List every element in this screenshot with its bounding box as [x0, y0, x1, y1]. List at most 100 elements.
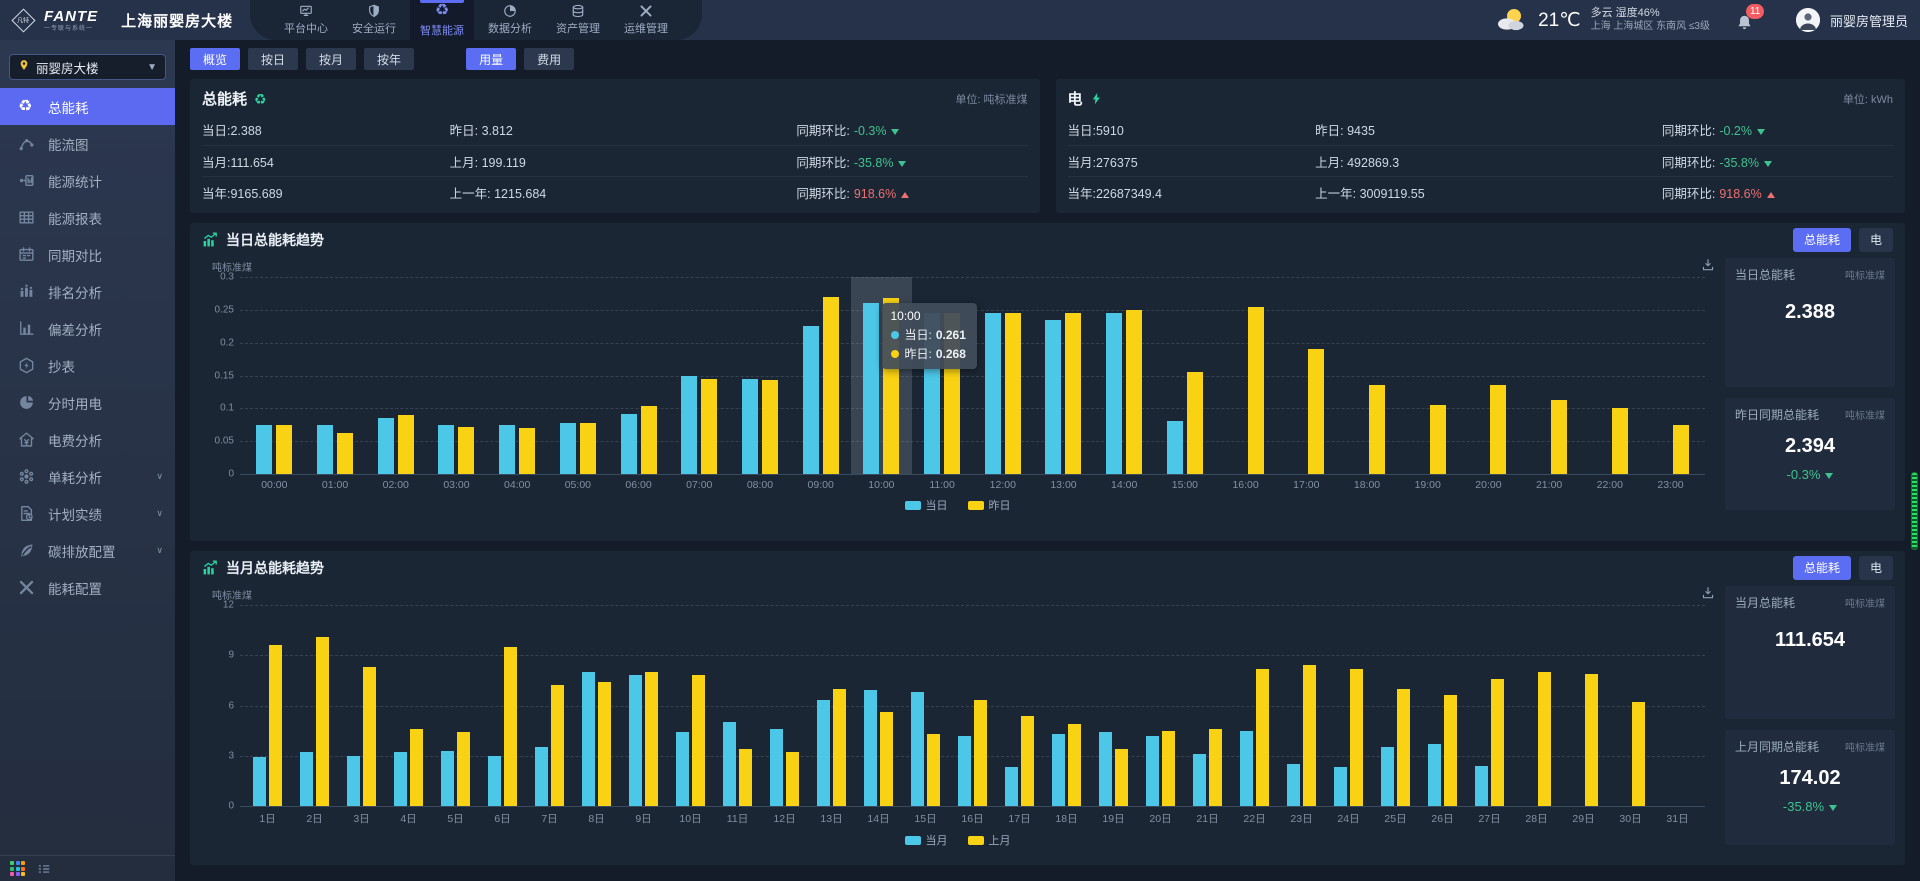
nav-item-4[interactable]: 资产管理: [546, 0, 610, 40]
sidebar-item-8[interactable]: 分时用电: [0, 384, 175, 421]
sidebar-item-5[interactable]: 排名分析: [0, 273, 175, 310]
collapse-menu-icon[interactable]: [37, 862, 51, 876]
bar-group[interactable]: [996, 605, 1043, 806]
scrollbar-thumb[interactable]: [1911, 472, 1918, 550]
chart-toggle-1[interactable]: 电: [1859, 228, 1893, 252]
bar-group[interactable]: [1155, 277, 1216, 474]
nav-item-5[interactable]: 运维管理: [614, 0, 678, 40]
bar-group[interactable]: [761, 605, 808, 806]
bar-group[interactable]: [526, 605, 573, 806]
legend-item[interactable]: 上月: [968, 833, 1011, 847]
bar-group[interactable]: [479, 605, 526, 806]
bar-group[interactable]: [385, 605, 432, 806]
bar-group[interactable]: [1278, 605, 1325, 806]
bar-group[interactable]: [620, 605, 667, 806]
y-tick-label: 6: [202, 700, 234, 711]
tab-period-2[interactable]: 按月: [306, 48, 356, 70]
bar-group[interactable]: [1215, 277, 1276, 474]
bar-group[interactable]: [291, 605, 338, 806]
building-selector[interactable]: 丽婴房大楼 ▼: [9, 54, 166, 80]
bar-group[interactable]: [1184, 605, 1231, 806]
bar-group[interactable]: [1137, 605, 1184, 806]
sidebar-item-12[interactable]: 碳排放配置∨: [0, 532, 175, 569]
bar-group[interactable]: [667, 605, 714, 806]
bar-group[interactable]: [1607, 605, 1654, 806]
bar-group[interactable]: [1043, 605, 1090, 806]
bar-group[interactable]: [426, 277, 487, 474]
bar-group[interactable]: [1231, 605, 1278, 806]
bar-group[interactable]: [365, 277, 426, 474]
bar-group[interactable]: [1419, 605, 1466, 806]
sidebar-item-4[interactable]: 同期对比: [0, 236, 175, 273]
bar-group[interactable]: [244, 605, 291, 806]
current-user[interactable]: 丽婴房管理员: [1830, 11, 1908, 30]
bar-group[interactable]: [1372, 605, 1419, 806]
bar-group[interactable]: [573, 605, 620, 806]
bar-group[interactable]: [808, 605, 855, 806]
sidebar-item-11[interactable]: 计划实绩∨: [0, 495, 175, 532]
nav-item-0[interactable]: 平台中心: [274, 0, 338, 40]
tab-period-0[interactable]: 概览: [190, 48, 240, 70]
bar-group[interactable]: [305, 277, 366, 474]
bar-group[interactable]: [1513, 605, 1560, 806]
nav-item-3[interactable]: 数据分析: [478, 0, 542, 40]
bar-group[interactable]: [1654, 605, 1701, 806]
bar-当日: [803, 326, 819, 474]
sidebar-item-1[interactable]: 能流图: [0, 125, 175, 162]
bar-group[interactable]: [432, 605, 479, 806]
sidebar-item-13[interactable]: 能耗配置: [0, 569, 175, 606]
bar-group[interactable]: [1579, 277, 1640, 474]
bar-group[interactable]: [1276, 277, 1337, 474]
sidebar-item-3[interactable]: 能源报表: [0, 199, 175, 236]
y-tick-label: 12: [202, 600, 234, 611]
bar-group[interactable]: [902, 605, 949, 806]
sidebar-item-0[interactable]: ♻总能耗: [0, 88, 175, 125]
bar-group[interactable]: [608, 277, 669, 474]
notifications-button[interactable]: 11: [1734, 6, 1760, 34]
sidebar-item-9[interactable]: 电费分析: [0, 421, 175, 458]
bar-group[interactable]: [1397, 277, 1458, 474]
sidebar-item-10[interactable]: 单耗分析∨: [0, 458, 175, 495]
bar-group[interactable]: [1519, 277, 1580, 474]
avatar[interactable]: [1796, 8, 1820, 32]
page-scrollbar[interactable]: [1910, 40, 1919, 881]
bar-group[interactable]: [714, 605, 761, 806]
bar-group[interactable]: [1325, 605, 1372, 806]
bar-group[interactable]: [1458, 277, 1519, 474]
tab-period-3[interactable]: 按年: [364, 48, 414, 70]
bar-group[interactable]: [790, 277, 851, 474]
chart-toggle-1[interactable]: 电: [1859, 556, 1893, 580]
bar-group[interactable]: [1090, 605, 1137, 806]
bar-group[interactable]: [949, 605, 996, 806]
legend-item[interactable]: 昨日: [968, 498, 1011, 512]
nav-item-2[interactable]: ♻智慧能源: [410, 0, 474, 40]
sidebar-item-7[interactable]: 抄表: [0, 347, 175, 384]
download-icon[interactable]: [1701, 258, 1715, 272]
bar-group[interactable]: [244, 277, 305, 474]
bar-group[interactable]: [972, 277, 1033, 474]
sidebar-item-2[interactable]: 能源统计: [0, 162, 175, 199]
tab-mode-0[interactable]: 用量: [466, 48, 516, 70]
tab-period-1[interactable]: 按日: [248, 48, 298, 70]
bar-group[interactable]: [1466, 605, 1513, 806]
chart-toggle-0[interactable]: 总能耗: [1793, 556, 1851, 580]
bar-group[interactable]: [1640, 277, 1701, 474]
nav-item-1[interactable]: 安全运行: [342, 0, 406, 40]
bar-group[interactable]: [487, 277, 548, 474]
bar-group[interactable]: [338, 605, 385, 806]
bar-group[interactable]: [730, 277, 791, 474]
download-icon[interactable]: [1701, 586, 1715, 600]
sidebar-item-6[interactable]: 偏差分析: [0, 310, 175, 347]
bar-group[interactable]: [669, 277, 730, 474]
bar-group[interactable]: [1560, 605, 1607, 806]
bar-group[interactable]: [855, 605, 902, 806]
tab-mode-1[interactable]: 费用: [524, 48, 574, 70]
bar-group[interactable]: [1094, 277, 1155, 474]
chart-toggle-0[interactable]: 总能耗: [1793, 228, 1851, 252]
legend-item[interactable]: 当月: [905, 833, 948, 847]
bar-group[interactable]: [1033, 277, 1094, 474]
legend-item[interactable]: 当日: [905, 498, 948, 512]
bar-group[interactable]: [1337, 277, 1398, 474]
apps-grid-icon[interactable]: [10, 861, 25, 876]
bar-group[interactable]: [548, 277, 609, 474]
